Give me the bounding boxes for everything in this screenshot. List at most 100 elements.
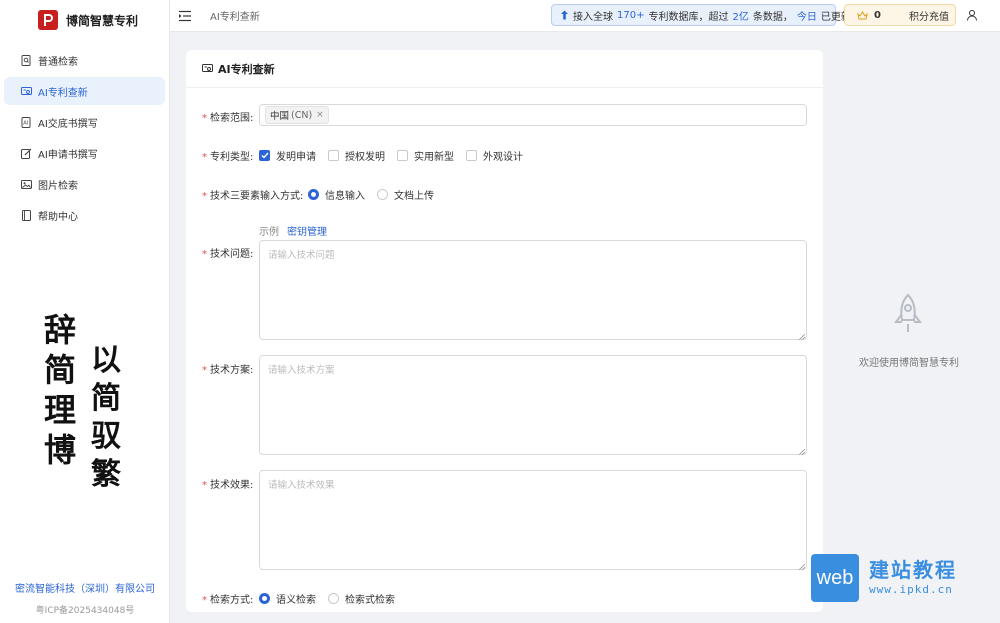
card-title: AI专利查新: [218, 62, 275, 76]
icp-record[interactable]: 粤ICP备2025434048号: [0, 603, 170, 616]
type-option-invention-application[interactable]: 发明申请: [259, 148, 316, 163]
scope-tag-code: (CN): [291, 109, 313, 121]
menu-fold-icon[interactable]: [178, 9, 192, 23]
tech-solution-textarea[interactable]: 请输入技术方案: [259, 355, 807, 456]
helper-links: 示例 密钥管理: [259, 223, 327, 238]
ai-doc-icon: AI: [20, 116, 32, 128]
upload-icon: [560, 10, 569, 20]
patent-type-label: * 专利类型:: [202, 152, 254, 163]
search-mode-expression[interactable]: 检索式检索: [328, 591, 395, 606]
example-link[interactable]: 示例: [259, 223, 279, 238]
sidebar-item-help-center[interactable]: 帮助中心: [4, 201, 165, 229]
sidebar-item-label: AI交底书撰写: [38, 118, 98, 130]
edit-icon: [20, 147, 32, 159]
search-mode-option-label: 检索式检索: [345, 595, 395, 606]
scope-tag: 中国 (CN) ×: [265, 106, 329, 124]
company-link[interactable]: 密流智能科技（深圳）有限公司: [0, 580, 170, 595]
resize-handle-icon[interactable]: [798, 447, 806, 456]
checkbox-icon[interactable]: [466, 150, 477, 161]
update-notice-banner: 接入全球 170+ 专利数据库，超过 2亿 条数据， 今日 已更新: [551, 4, 851, 26]
notice-text-2: 专利数据库，超过: [648, 11, 729, 23]
sidebar-item-ai-application[interactable]: AI申请书撰写: [4, 139, 165, 167]
key-management-link[interactable]: 密钥管理: [287, 223, 327, 238]
sidebar-item-label: AI专利查新: [38, 87, 88, 99]
points-value: 0: [874, 9, 881, 21]
watermark-url: www.ipkd.cn: [869, 583, 953, 596]
sidebar-nav: 普通检索 AI专利查新 AI AI交底书撰写 AI申请书撰写 图片检索 帮助中心: [0, 46, 169, 229]
tech-solution-placeholder: 请输入技术方案: [268, 365, 335, 376]
scope-tag-name: 中国: [270, 111, 290, 122]
search-mode-semantic[interactable]: 语义检索: [259, 591, 316, 606]
sidebar-item-ai-disclosure[interactable]: AI AI交底书撰写: [4, 108, 165, 136]
welcome-text: 欢迎使用博简智慧专利: [859, 358, 959, 369]
input-mode-option-label: 文档上传: [394, 191, 434, 202]
type-option-label: 发明申请: [276, 152, 316, 163]
patent-type-group: 发明申请 授权发明 实用新型 外观设计: [259, 148, 535, 163]
notice-amount: 2亿: [732, 11, 749, 23]
watermark: web 建站教程 www.ipkd.cn: [811, 553, 996, 603]
logo-icon: [38, 10, 58, 30]
type-option-label: 授权发明: [345, 152, 385, 163]
input-mode-info[interactable]: 信息输入: [308, 187, 365, 202]
resize-handle-icon[interactable]: [798, 562, 806, 571]
search-scope-select[interactable]: 中国 (CN) ×: [259, 104, 807, 126]
input-mode-label: * 技术三要素输入方式:: [202, 191, 304, 202]
calligraphy-artwork: 辞简理博 以简驭繁: [40, 308, 140, 508]
calligraphy-column-2: 以简驭繁: [91, 343, 121, 492]
top-bar: AI专利查新 接入全球 170+ 专利数据库，超过 2亿 条数据， 今日 已更新…: [170, 0, 1000, 32]
radio-selected-icon[interactable]: [308, 189, 319, 200]
tech-effect-textarea[interactable]: 请输入技术效果: [259, 470, 807, 571]
search-mode-label: * 检索方式:: [202, 595, 254, 606]
tech-problem-placeholder: 请输入技术问题: [268, 250, 335, 261]
checkbox-icon[interactable]: [397, 150, 408, 161]
type-option-label: 外观设计: [483, 152, 523, 163]
notice-text-3: 条数据，: [752, 11, 793, 23]
tech-effect-placeholder: 请输入技术效果: [268, 480, 335, 491]
patent-check-form-card: AI专利查新 * 检索范围: 中国 (CN) × * 专利类型: 发明申请 授权发明…: [186, 50, 823, 612]
scope-label: * 检索范围:: [202, 113, 254, 124]
ai-check-icon: [20, 85, 32, 97]
radio-selected-icon[interactable]: [259, 593, 270, 604]
ai-check-icon: [202, 63, 214, 75]
effect-label: * 技术效果:: [202, 480, 254, 491]
sidebar-item-ai-patent-check[interactable]: AI专利查新: [4, 77, 165, 105]
watermark-text: 建站教程 www.ipkd.cn: [869, 558, 957, 598]
input-mode-upload[interactable]: 文档上传: [377, 187, 434, 202]
recharge-button[interactable]: 积分充值: [909, 8, 949, 23]
checkbox-checked-icon[interactable]: [259, 150, 270, 161]
type-option-utility-model[interactable]: 实用新型: [397, 148, 454, 163]
search-doc-icon: [20, 54, 32, 66]
notice-db-count: 170+: [617, 9, 645, 21]
input-mode-group: 信息输入 文档上传: [308, 187, 446, 202]
image-icon: [20, 178, 32, 190]
tag-close-icon[interactable]: ×: [316, 110, 324, 120]
card-header: AI专利查新: [186, 50, 823, 88]
problem-label: * 技术问题:: [202, 249, 254, 260]
notice-today: 今日: [796, 11, 817, 23]
breadcrumb: AI专利查新: [210, 12, 260, 23]
watermark-logo: web: [811, 554, 859, 602]
tech-problem-textarea[interactable]: 请输入技术问题: [259, 240, 807, 341]
coin-icon: [857, 10, 868, 20]
search-mode-option-label: 语义检索: [276, 595, 316, 606]
sidebar-item-label: 普通检索: [38, 56, 78, 68]
sidebar-item-label: AI申请书撰写: [38, 149, 98, 161]
input-mode-option-label: 信息输入: [325, 191, 365, 202]
search-mode-group: 语义检索 检索式检索: [259, 591, 407, 606]
book-icon: [20, 209, 32, 221]
notice-text-1: 接入全球: [573, 11, 613, 23]
sidebar-item-normal-search[interactable]: 普通检索: [4, 46, 165, 74]
radio-icon[interactable]: [377, 189, 388, 200]
type-option-label: 实用新型: [414, 152, 454, 163]
logo-row[interactable]: 博简智慧专利: [0, 0, 169, 40]
type-option-design[interactable]: 外观设计: [466, 148, 523, 163]
resize-handle-icon[interactable]: [798, 332, 806, 341]
user-icon[interactable]: [966, 9, 980, 23]
type-option-granted-invention[interactable]: 授权发明: [328, 148, 385, 163]
radio-icon[interactable]: [328, 593, 339, 604]
sidebar-item-image-search[interactable]: 图片检索: [4, 170, 165, 198]
calligraphy-column-1: 辞简理博: [43, 311, 76, 469]
app-title: 博简智慧专利: [66, 13, 139, 28]
sidebar-item-label: 图片检索: [38, 180, 78, 192]
checkbox-icon[interactable]: [328, 150, 339, 161]
